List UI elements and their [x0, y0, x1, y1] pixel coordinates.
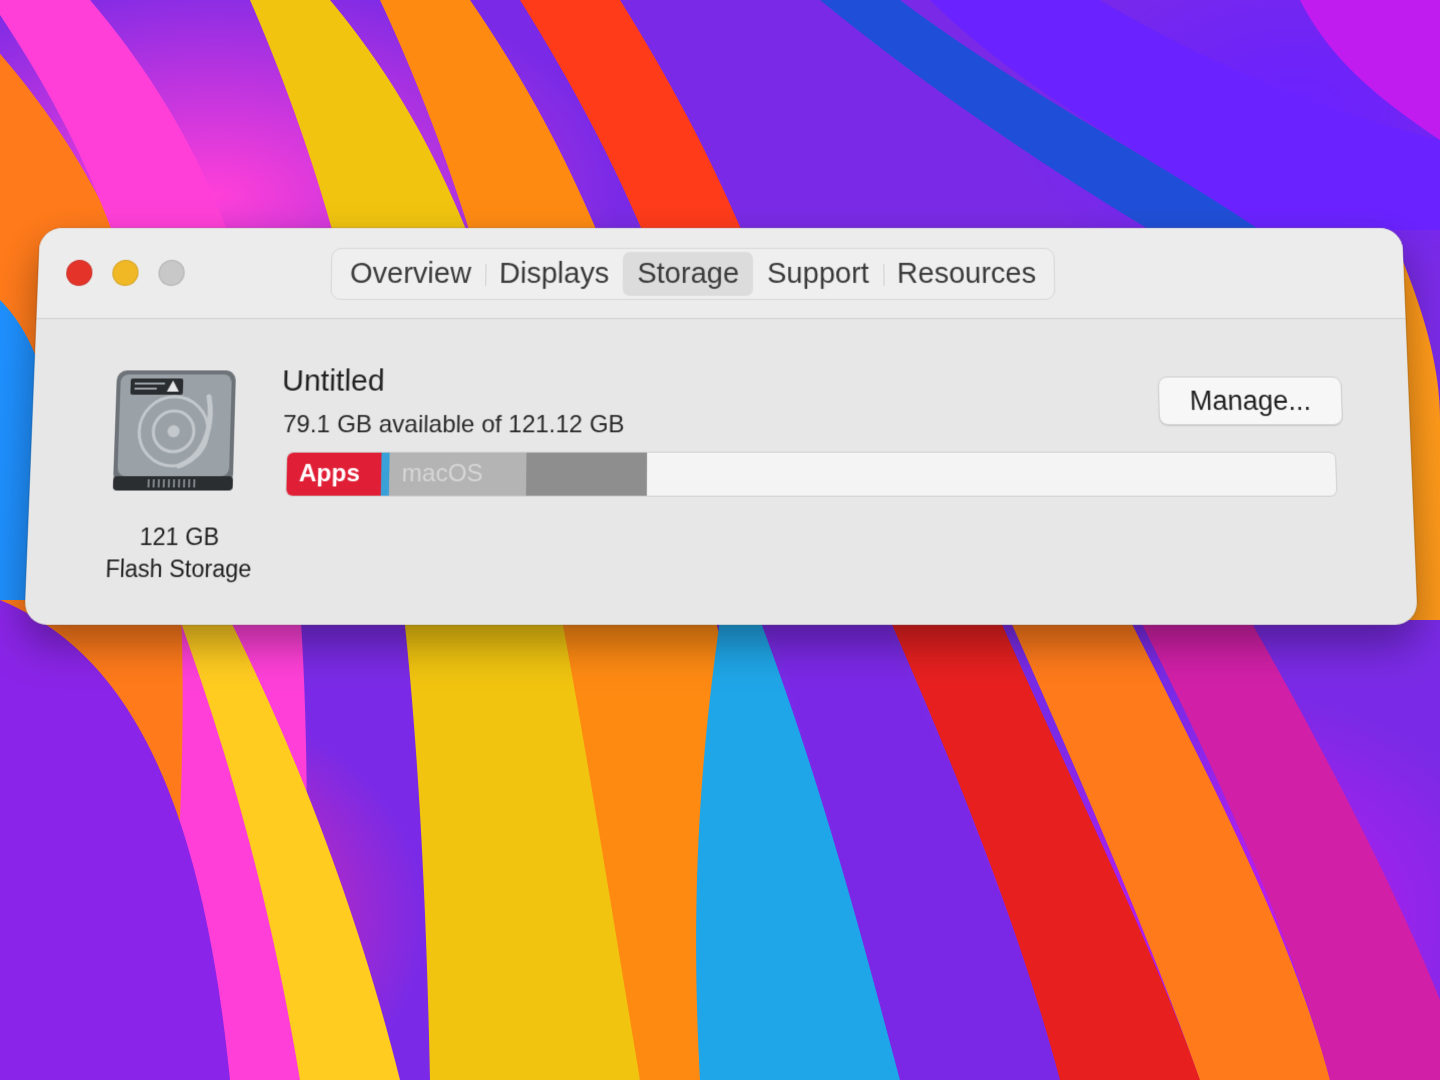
disk-label: 121 GB Flash Storage — [81, 521, 277, 585]
storage-usage-bar: Apps macOS — [285, 451, 1338, 497]
usage-segment-apps: Apps — [286, 452, 382, 496]
window-controls — [65, 259, 186, 286]
usage-segment-macos: macOS — [389, 452, 527, 496]
manage-button[interactable]: Manage... — [1157, 376, 1344, 426]
zoom-button[interactable] — [158, 259, 186, 286]
storage-panel: 121 GB Flash Storage Untitled 79.1 GB av… — [24, 320, 1418, 625]
tab-resources[interactable]: Resources — [883, 252, 1051, 296]
title-bar: Overview Displays Storage Support Resour… — [36, 228, 1406, 319]
close-button[interactable] — [65, 259, 93, 286]
hard-drive-icon — [106, 366, 242, 498]
usage-segment-other — [525, 452, 647, 496]
tab-overview[interactable]: Overview — [335, 252, 485, 296]
tab-bar: Overview Displays Storage Support Resour… — [330, 247, 1056, 300]
tab-displays[interactable]: Displays — [485, 252, 623, 296]
tab-support[interactable]: Support — [753, 252, 883, 296]
available-space-text: 79.1 GB available of 121.12 GB — [282, 410, 625, 439]
volume-name: Untitled — [281, 364, 386, 398]
disk-type: Flash Storage — [104, 555, 252, 583]
tab-storage[interactable]: Storage — [623, 251, 754, 296]
system-info-window: Overview Displays Storage Support Resour… — [24, 228, 1418, 625]
disk-size: 121 GB — [139, 523, 220, 551]
minimize-button[interactable] — [111, 259, 139, 286]
